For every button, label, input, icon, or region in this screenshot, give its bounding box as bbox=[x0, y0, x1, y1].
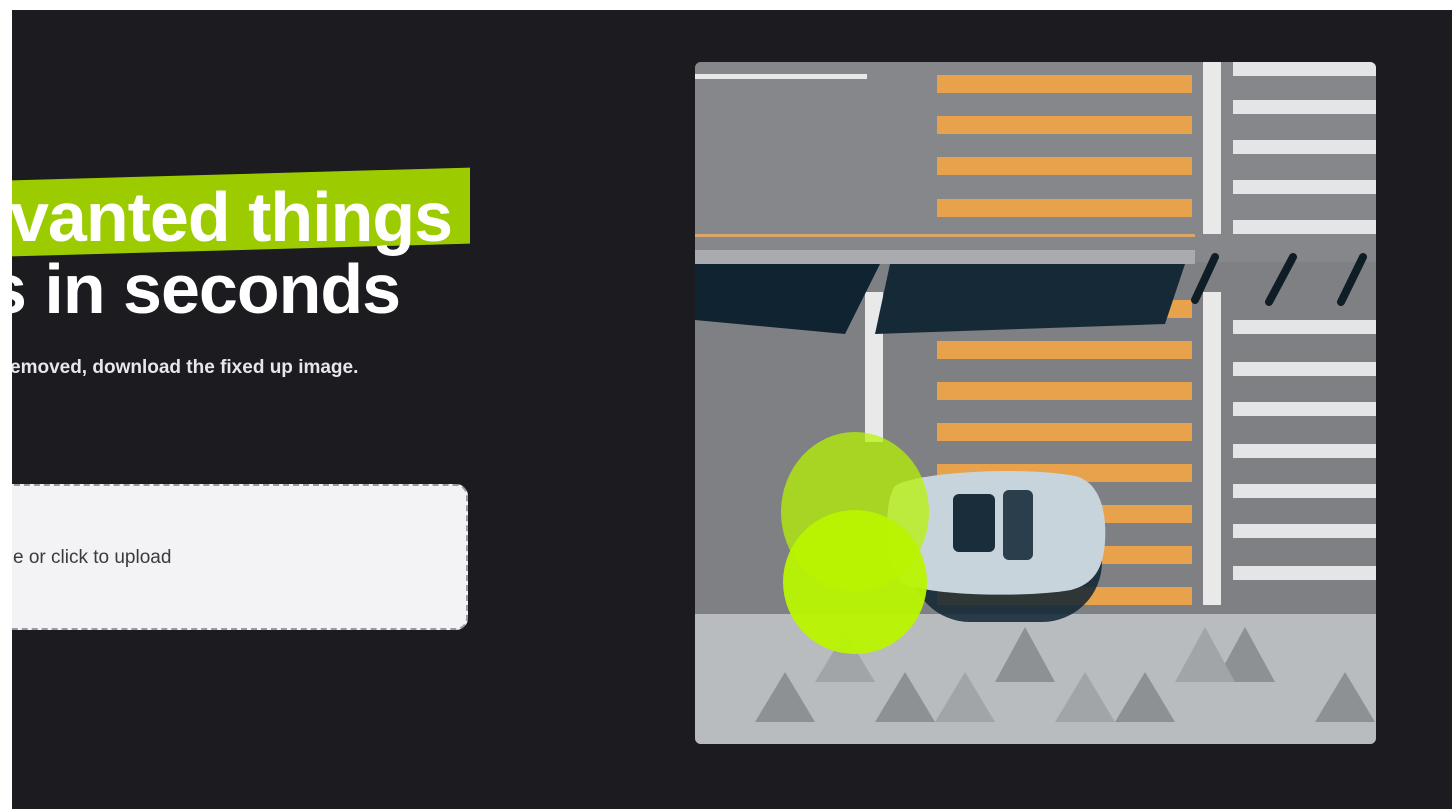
hero-subtitle: emoved, download the fixed up image. bbox=[12, 357, 359, 378]
demo-image bbox=[695, 62, 1376, 744]
car-crosswalk-photo bbox=[695, 62, 1376, 744]
title-line-1: vanted things bbox=[12, 178, 453, 256]
upload-dropzone[interactable]: e or click to upload bbox=[12, 484, 468, 630]
hero-section: vanted things s in seconds emoved, downl… bbox=[12, 10, 1452, 809]
title-line-2: s in seconds bbox=[12, 250, 401, 328]
upload-label: e or click to upload bbox=[13, 547, 172, 568]
